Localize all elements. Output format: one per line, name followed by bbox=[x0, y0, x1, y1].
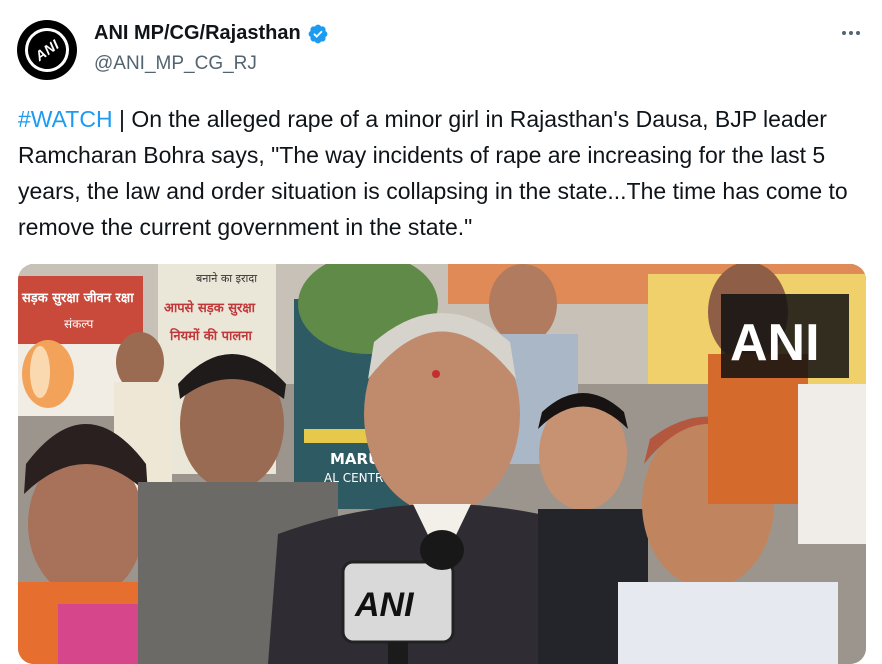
ani-logo: ANI bbox=[16, 19, 78, 81]
account-avatar[interactable]: ANI bbox=[16, 19, 78, 81]
sign-left-top: सड़क सुरक्षा जीवन रक्षा bbox=[21, 290, 134, 306]
verified-badge-icon bbox=[308, 24, 328, 43]
watermark-text: ANI bbox=[730, 314, 820, 372]
mic-label: ANI bbox=[354, 586, 415, 624]
hashtag-link[interactable]: #WATCH bbox=[18, 106, 113, 132]
tweet-body: On the alleged rape of a minor girl in R… bbox=[18, 106, 848, 240]
account-handle[interactable]: @ANI_MP_CG_RJ bbox=[94, 53, 257, 75]
more-options-icon[interactable] bbox=[838, 22, 864, 44]
account-name-row: ANI MP/CG/Rajasthan bbox=[94, 22, 329, 45]
sign-left-sub: संकल्प bbox=[64, 317, 93, 331]
tweet-video[interactable]: सड़क सुरक्षा जीवन रक्षा संकल्प बनाने का … bbox=[18, 264, 866, 664]
sign-center-2: आपसे सड़क सुरक्षा bbox=[164, 300, 256, 316]
display-name[interactable]: ANI MP/CG/Rajasthan bbox=[94, 22, 301, 45]
avatar-logo-text: ANI bbox=[31, 36, 63, 64]
tweet-text: #WATCH | On the alleged rape of a minor … bbox=[18, 101, 868, 245]
tweet-separator: | bbox=[112, 106, 132, 132]
sign-center-3: नियमों की पालना bbox=[169, 328, 252, 344]
sign-center-1: बनाने का इरादा bbox=[196, 272, 257, 285]
video-frame: सड़क सुरक्षा जीवन रक्षा संकल्प बनाने का … bbox=[18, 264, 866, 664]
